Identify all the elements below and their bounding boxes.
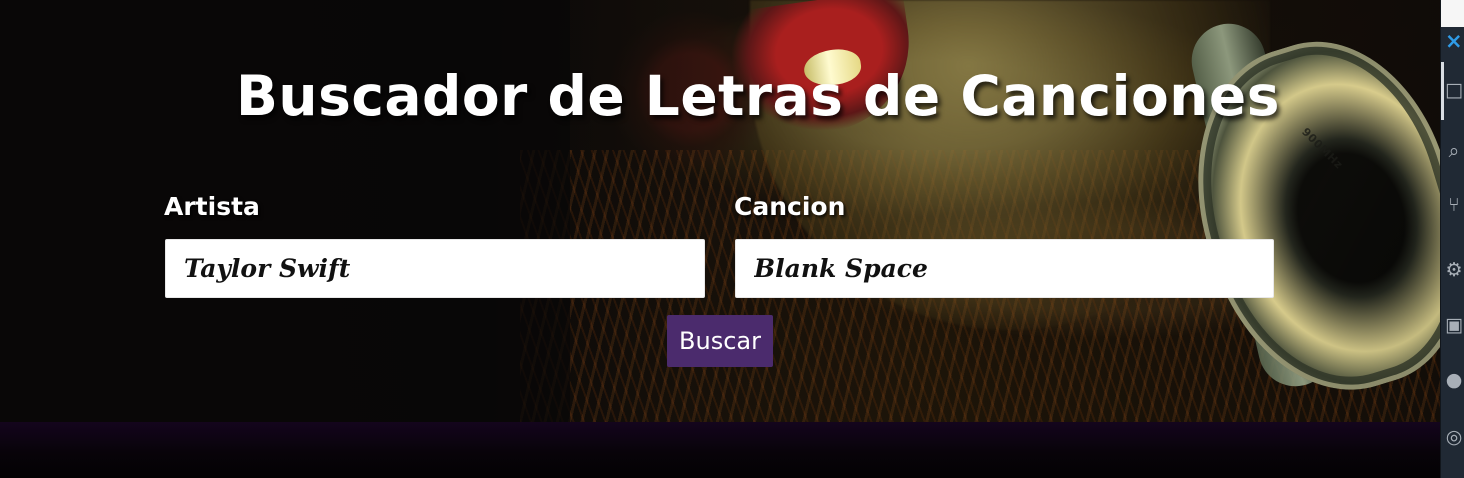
side-panel-top-strip [1441, 0, 1464, 27]
close-icon[interactable]: × [1445, 30, 1463, 52]
results-area-band [0, 422, 1440, 478]
page-title: Buscador de Letras de Canciones [236, 64, 1280, 128]
lyrics-search-page: 900MHz Buscador de Letras de Canciones A… [0, 0, 1464, 478]
accounts-icon[interactable]: ◎ [1444, 425, 1464, 449]
editor-side-panel: × □ ⌕ ⑂ ⚙ ▣ ● ◎ [1440, 0, 1464, 478]
source-control-icon[interactable]: ⑂ [1444, 193, 1464, 217]
artist-label: Artista [164, 192, 260, 221]
song-input[interactable] [735, 239, 1274, 298]
search-button[interactable]: Buscar [667, 315, 773, 367]
python-icon[interactable]: ● [1444, 368, 1464, 392]
hero-background: 900MHz Buscador de Letras de Canciones A… [0, 0, 1440, 424]
artist-input[interactable] [165, 239, 705, 298]
debug-icon[interactable]: ⚙ [1444, 258, 1464, 282]
files-icon[interactable]: □ [1444, 78, 1464, 102]
song-label: Cancion [734, 192, 846, 221]
search-icon[interactable]: ⌕ [1444, 139, 1464, 163]
extensions-icon[interactable]: ▣ [1444, 313, 1464, 337]
